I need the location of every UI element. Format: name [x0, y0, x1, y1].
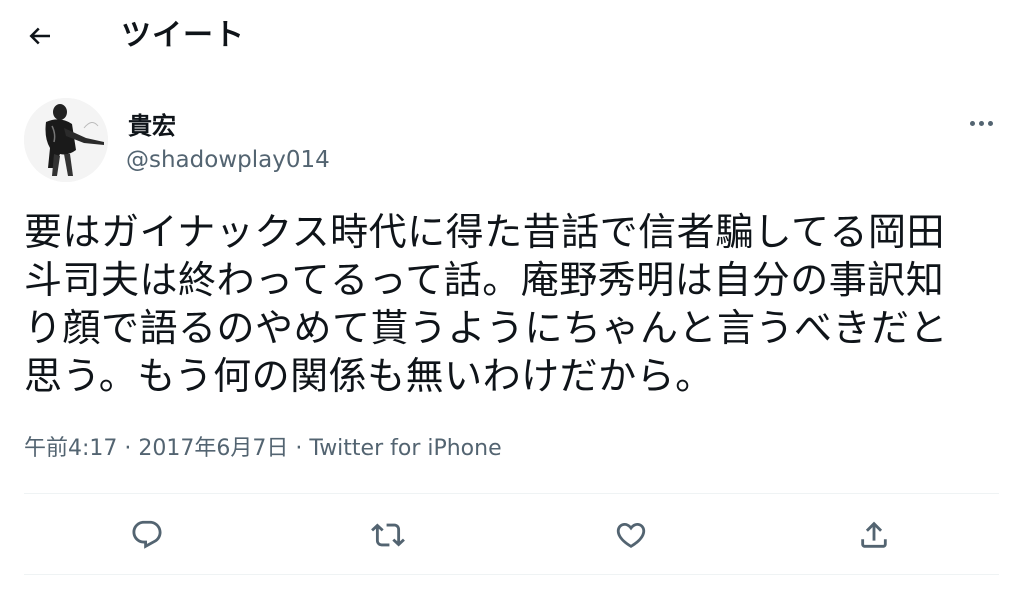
header: ツイート	[0, 0, 1024, 72]
tweet-page: ツイート 貴宏 @shadowplay014 要はガイナックス時代に得た昔話で信…	[0, 0, 1024, 594]
tweet-meta: 午前4:17 · 2017年6月7日 · Twitter for iPhone	[24, 434, 502, 464]
avatar-illustration	[24, 98, 108, 182]
retweet-button[interactable]	[366, 513, 410, 557]
meta-separator: ·	[295, 436, 303, 461]
tweet-text-line: り顔で語るのやめて貰うようにちゃんと言うべきだと	[24, 306, 949, 350]
page-title: ツイート	[121, 18, 245, 53]
divider	[24, 574, 999, 575]
tweet-text-line: 要はガイナックス時代に得た昔話で信者騙してる岡田	[24, 210, 945, 254]
retweet-icon	[371, 523, 405, 547]
tweet-source[interactable]: Twitter for iPhone	[309, 436, 501, 461]
meta-separator: ·	[124, 436, 132, 461]
user-handle[interactable]: @shadowplay014	[126, 145, 330, 175]
tweet-time[interactable]: 午前4:17	[24, 436, 117, 461]
share-icon	[861, 521, 887, 548]
divider	[24, 493, 999, 494]
arrow-left-icon	[29, 27, 50, 45]
avatar[interactable]	[24, 98, 108, 182]
share-button[interactable]	[852, 513, 896, 557]
heart-icon	[616, 522, 646, 548]
more-dot-icon	[969, 120, 975, 126]
tweet-text-line: 斗司夫は終わってるって話。庵野秀明は自分の事訳知	[24, 258, 945, 302]
tweet-date[interactable]: 2017年6月7日	[138, 436, 288, 461]
more-options-button[interactable]	[958, 108, 1004, 138]
reply-icon	[132, 520, 162, 549]
action-bar	[0, 495, 1024, 573]
like-button[interactable]	[609, 513, 653, 557]
display-name[interactable]: 貴宏	[128, 111, 176, 141]
reply-button[interactable]	[125, 513, 169, 557]
tweet-text: 要はガイナックス時代に得た昔話で信者騙してる岡田 斗司夫は終わってるって話。庵野…	[24, 208, 999, 400]
back-button[interactable]	[22, 18, 58, 54]
tweet-text-line: 思う。もう何の関係も無いわけだから。	[24, 354, 714, 398]
more-dot-icon	[987, 120, 993, 126]
more-dot-icon	[978, 120, 984, 126]
